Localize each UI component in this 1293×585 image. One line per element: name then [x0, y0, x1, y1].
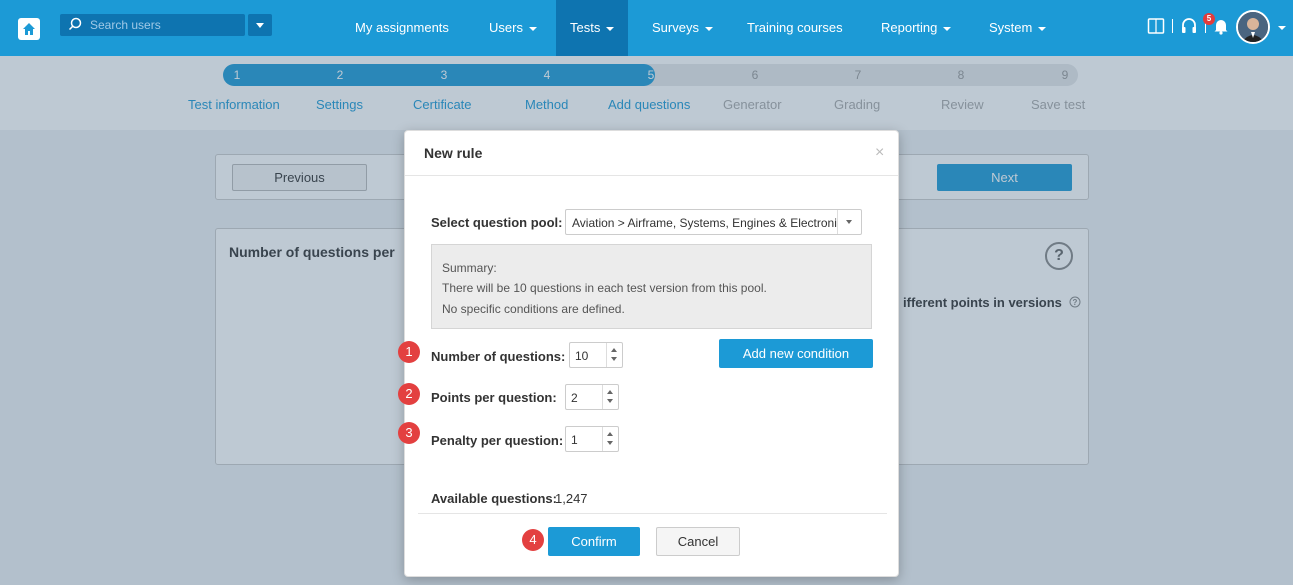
stepper-arrows[interactable]	[602, 427, 618, 451]
question-pool-label: Select question pool:	[431, 215, 563, 230]
nav-reporting[interactable]: Reporting	[867, 0, 965, 56]
points-per-question-label: Points per question:	[431, 390, 557, 405]
annotation-marker-3: 3	[398, 422, 420, 444]
chevron-down-icon	[1038, 26, 1047, 31]
penalty-per-question-stepper[interactable]: 1	[565, 426, 619, 452]
stepper-arrows[interactable]	[606, 343, 622, 367]
notification-badge: 5	[1203, 13, 1215, 25]
avatar[interactable]	[1236, 10, 1270, 44]
divider	[418, 513, 887, 514]
headset-icon[interactable]	[1180, 17, 1198, 35]
number-of-questions-stepper[interactable]: 10	[569, 342, 623, 368]
nav-tests[interactable]: Tests	[556, 0, 629, 56]
summary-line: No specific conditions are defined.	[442, 302, 625, 316]
divider	[1172, 19, 1173, 33]
home-button[interactable]	[18, 18, 40, 40]
chevron-down-icon[interactable]	[611, 357, 617, 361]
available-questions-value: 1,247	[555, 491, 588, 506]
search-users-input[interactable]: Search users	[60, 14, 245, 36]
annotation-marker-1: 1	[398, 341, 420, 363]
chevron-down-icon[interactable]	[1278, 26, 1286, 30]
chevron-down-icon	[528, 26, 537, 31]
chevron-down-icon[interactable]	[607, 441, 613, 445]
search-dropdown-button[interactable]	[248, 14, 272, 36]
nav-system[interactable]: System	[975, 0, 1060, 56]
summary-heading: Summary:	[442, 261, 497, 275]
summary-box: Summary: There will be 10 questions in e…	[431, 244, 872, 329]
chevron-up-icon[interactable]	[607, 432, 613, 436]
nav-users[interactable]: Users	[475, 0, 551, 56]
help-book-icon[interactable]	[1147, 17, 1165, 35]
question-pool-value: Aviation > Airframe, Systems, Engines & …	[572, 216, 837, 230]
add-new-condition-button[interactable]: Add new condition	[719, 339, 873, 368]
number-of-questions-label: Number of questions:	[431, 349, 566, 364]
chevron-up-icon[interactable]	[611, 348, 617, 352]
chevron-down-icon	[606, 26, 615, 31]
available-questions-label: Available questions:	[431, 491, 557, 506]
search-placeholder: Search users	[90, 18, 161, 32]
penalty-per-question-label: Penalty per question:	[431, 433, 564, 448]
annotation-marker-2: 2	[398, 383, 420, 405]
points-per-question-stepper[interactable]: 2	[565, 384, 619, 410]
stepper-arrows[interactable]	[602, 385, 618, 409]
top-navbar: Search users My assignments Users Tests …	[0, 0, 1293, 56]
annotation-marker-4: 4	[522, 529, 544, 551]
nav-my-assignments[interactable]: My assignments	[341, 0, 463, 56]
user-photo-icon	[1238, 12, 1268, 42]
chevron-down-icon	[704, 26, 713, 31]
question-pool-select[interactable]: Aviation > Airframe, Systems, Engines & …	[565, 209, 862, 235]
summary-line: There will be 10 questions in each test …	[442, 281, 767, 295]
chevron-down-icon	[943, 26, 952, 31]
chevron-down-icon[interactable]	[837, 210, 861, 234]
modal-title: New rule	[424, 145, 483, 161]
chevron-up-icon[interactable]	[607, 390, 613, 394]
nav-training-courses[interactable]: Training courses	[733, 0, 857, 56]
search-icon	[68, 17, 82, 31]
close-icon[interactable]: ×	[875, 144, 884, 162]
nav-surveys[interactable]: Surveys	[638, 0, 727, 56]
divider	[405, 175, 898, 176]
cancel-button[interactable]: Cancel	[656, 527, 740, 556]
chevron-down-icon[interactable]	[607, 399, 613, 403]
new-rule-modal: New rule × Select question pool: Aviatio…	[404, 130, 899, 577]
confirm-button[interactable]: Confirm	[548, 527, 640, 556]
home-icon	[23, 23, 35, 35]
